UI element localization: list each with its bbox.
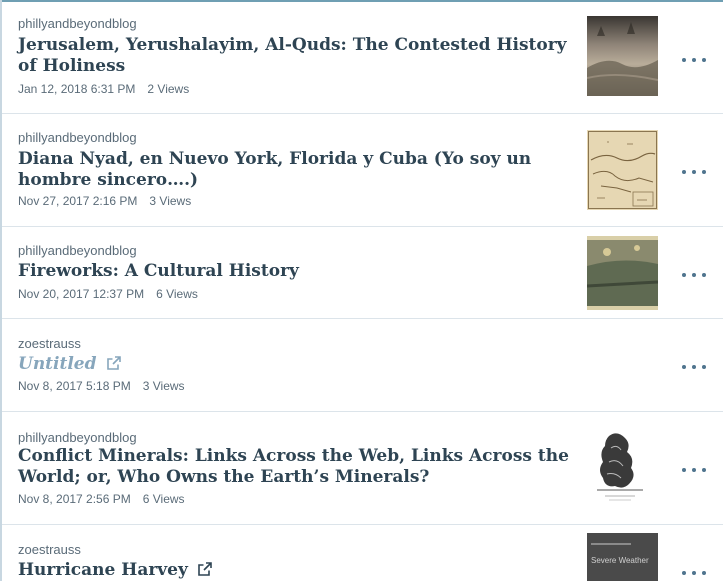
ellipsis-icon: [682, 468, 686, 472]
post-author[interactable]: zoestrauss: [18, 542, 81, 557]
external-link-icon[interactable]: [106, 355, 121, 370]
post-date: Jan 12, 2018 6:31 PM: [18, 82, 136, 96]
thumbnail-text-line: [591, 543, 631, 545]
post-title[interactable]: Fireworks: A Cultural History: [18, 261, 578, 282]
external-link-icon[interactable]: [198, 561, 212, 576]
post-row[interactable]: phillyandbeyondblog Diana Nyad, en Nuevo…: [2, 114, 723, 227]
post-title[interactable]: Diana Nyad, en Nuevo York, Florida y Cub…: [18, 149, 578, 191]
post-views: 6 Views: [156, 287, 198, 301]
post-date: Nov 27, 2017 2:16 PM: [18, 194, 138, 208]
post-list: phillyandbeyondblog Jerusalem, Yerushala…: [0, 0, 723, 581]
post-views: 2 Views: [147, 82, 190, 96]
post-author[interactable]: phillyandbeyondblog: [18, 130, 137, 145]
post-author[interactable]: phillyandbeyondblog: [18, 430, 137, 445]
post-author[interactable]: phillyandbeyondblog: [18, 243, 137, 258]
ellipsis-icon: [682, 365, 686, 369]
thumbnail-text: Severe Weather: [591, 556, 649, 565]
more-options-button[interactable]: [682, 52, 706, 68]
post-title[interactable]: Conflict Minerals: Links Across the Web,…: [18, 446, 578, 488]
post-row[interactable]: zoestrauss Untitled Nov 8, 2017 5:18 PM 3…: [2, 319, 723, 412]
post-date: Nov 20, 2017 12:37 PM: [18, 287, 145, 301]
post-thumbnail[interactable]: Severe Weather: [587, 533, 658, 581]
post-thumbnail[interactable]: [587, 130, 658, 210]
left-border: [0, 0, 2, 581]
post-meta: Jan 12, 2018 6:31 PM 2 Views: [18, 82, 189, 96]
post-meta: Nov 20, 2017 12:37 PM 6 Views: [18, 287, 198, 301]
post-date: Nov 8, 2017 2:56 PM: [18, 492, 131, 506]
post-meta: Nov 8, 2017 5:18 PM 3 Views: [18, 379, 185, 393]
post-title[interactable]: Hurricane Harvey: [18, 560, 578, 581]
post-meta: Nov 8, 2017 2:56 PM 6 Views: [18, 492, 185, 506]
post-meta: Nov 27, 2017 2:16 PM 3 Views: [18, 194, 191, 208]
post-date: Nov 8, 2017 5:18 PM: [18, 379, 131, 393]
more-options-button[interactable]: [682, 462, 706, 478]
post-row[interactable]: phillyandbeyondblog Conflict Minerals: L…: [2, 412, 723, 525]
post-title[interactable]: Jerusalem, Yerushalayim, Al-Quds: The Co…: [18, 35, 578, 77]
post-views: 3 Views: [142, 379, 185, 393]
post-title-text: Hurricane Harvey: [18, 560, 188, 580]
ellipsis-icon: [682, 571, 686, 575]
post-views: 6 Views: [142, 492, 185, 506]
post-thumbnail[interactable]: [587, 16, 658, 96]
more-options-button[interactable]: [682, 359, 706, 375]
post-thumbnail[interactable]: [587, 428, 658, 508]
post-author[interactable]: zoestrauss: [18, 336, 81, 351]
post-thumbnail[interactable]: [587, 236, 658, 310]
ellipsis-icon: [682, 273, 686, 277]
more-options-button[interactable]: [682, 267, 706, 283]
post-title-text: Untitled: [18, 354, 97, 374]
post-row[interactable]: zoestrauss Hurricane Harvey Severe Weath…: [2, 525, 723, 581]
post-row[interactable]: phillyandbeyondblog Fireworks: A Cultura…: [2, 227, 723, 319]
post-title[interactable]: Untitled: [18, 354, 578, 375]
more-options-button[interactable]: [682, 164, 706, 180]
post-author[interactable]: phillyandbeyondblog: [18, 16, 137, 31]
ellipsis-icon: [682, 58, 686, 62]
post-views: 3 Views: [149, 194, 192, 208]
ellipsis-icon: [682, 170, 686, 174]
more-options-button[interactable]: [682, 565, 706, 581]
post-row[interactable]: phillyandbeyondblog Jerusalem, Yerushala…: [2, 2, 723, 114]
